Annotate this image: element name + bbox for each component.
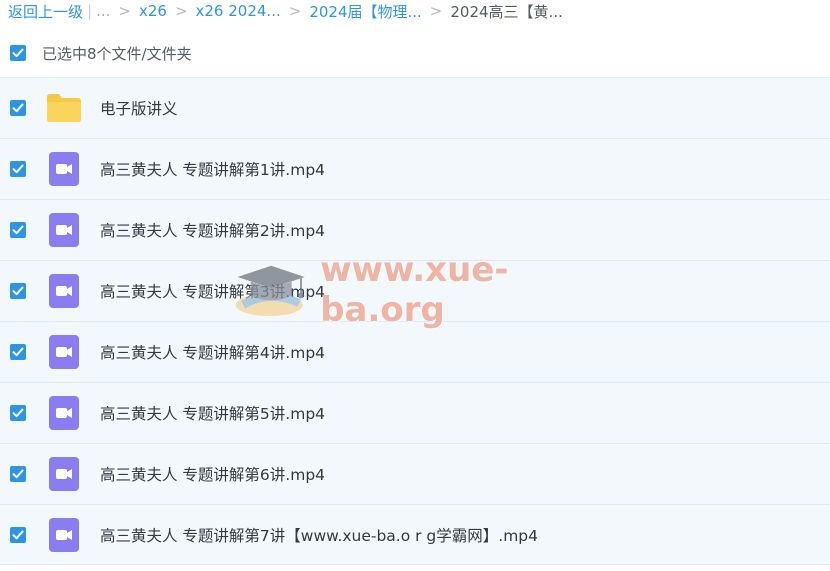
checkmark-icon [12,469,24,479]
row-checkbox[interactable] [10,283,26,299]
selection-count-label: 已选中8个文件/文件夹 [42,44,192,63]
checkmark-icon [12,225,24,235]
video-file-icon [46,517,82,553]
select-all-bar: 已选中8个文件/文件夹 [0,36,830,70]
checkmark-icon [12,103,24,113]
list-item[interactable]: 高三黄夫人 专题讲解第1讲.mp4 [0,138,830,199]
list-item[interactable]: 高三黄夫人 专题讲解第4讲.mp4 [0,321,830,382]
breadcrumb-item-2[interactable]: x26 2024... [196,2,281,20]
row-checkbox[interactable] [10,161,26,177]
row-checkbox[interactable] [10,405,26,421]
file-name[interactable]: 高三黄夫人 专题讲解第2讲.mp4 [100,219,325,241]
breadcrumb: 返回上一级 | ... > x26 > x26 2024... > 2024届【… [8,0,563,22]
chevron-right-icon: > [288,2,302,20]
file-name[interactable]: 高三黄夫人 专题讲解第5讲.mp4 [100,402,325,424]
chevron-right-icon: > [118,2,131,20]
file-name[interactable]: 电子版讲义 [100,97,178,119]
file-name[interactable]: 高三黄夫人 专题讲解第4讲.mp4 [100,341,325,363]
breadcrumb-divider: | [87,2,93,20]
breadcrumb-current: 2024高三【黄... [450,2,563,21]
list-item[interactable]: 高三黄夫人 专题讲解第7讲【www.xue-ba.o r g学霸网】.mp4 [0,504,830,565]
video-file-icon [46,456,82,492]
list-item[interactable]: 高三黄夫人 专题讲解第2讲.mp4 [0,199,830,260]
file-list: 电子版讲义 高三黄夫人 专题讲解第1讲.mp4 高三黄夫人 专题讲解第2讲.mp… [0,77,830,565]
file-name[interactable]: 高三黄夫人 专题讲解第6讲.mp4 [100,463,325,485]
breadcrumb-item-3[interactable]: 2024届【物理... [309,1,421,22]
video-file-icon [46,395,82,431]
row-checkbox[interactable] [10,466,26,482]
back-link[interactable]: 返回上一级 [8,1,83,22]
checkmark-icon [12,408,24,418]
folder-icon [46,90,82,126]
checkmark-icon [12,286,24,296]
list-item[interactable]: 高三黄夫人 专题讲解第3讲.mp4 [0,260,830,321]
list-item[interactable]: 高三黄夫人 专题讲解第5讲.mp4 [0,382,830,443]
video-file-icon [46,273,82,309]
row-checkbox[interactable] [10,344,26,360]
list-item[interactable]: 电子版讲义 [0,77,830,138]
checkmark-icon [12,164,24,174]
file-name[interactable]: 高三黄夫人 专题讲解第7讲【www.xue-ba.o r g学霸网】.mp4 [100,524,538,546]
video-file-icon [46,212,82,248]
chevron-right-icon: > [429,2,443,20]
row-checkbox[interactable] [10,100,26,116]
file-name[interactable]: 高三黄夫人 专题讲解第3讲.mp4 [100,280,325,302]
video-file-icon [46,334,82,370]
checkmark-icon [12,48,24,58]
video-file-icon [46,151,82,187]
row-checkbox[interactable] [10,526,26,543]
row-checkbox[interactable] [10,222,26,238]
select-all-checkbox[interactable] [10,45,26,61]
checkmark-icon [12,347,24,357]
checkmark-icon [12,530,24,539]
breadcrumb-ellipsis[interactable]: ... [96,2,110,20]
chevron-right-icon: > [174,2,188,20]
breadcrumb-item-1[interactable]: x26 [139,2,167,20]
file-name[interactable]: 高三黄夫人 专题讲解第1讲.mp4 [100,158,325,180]
list-item[interactable]: 高三黄夫人 专题讲解第6讲.mp4 [0,443,830,504]
